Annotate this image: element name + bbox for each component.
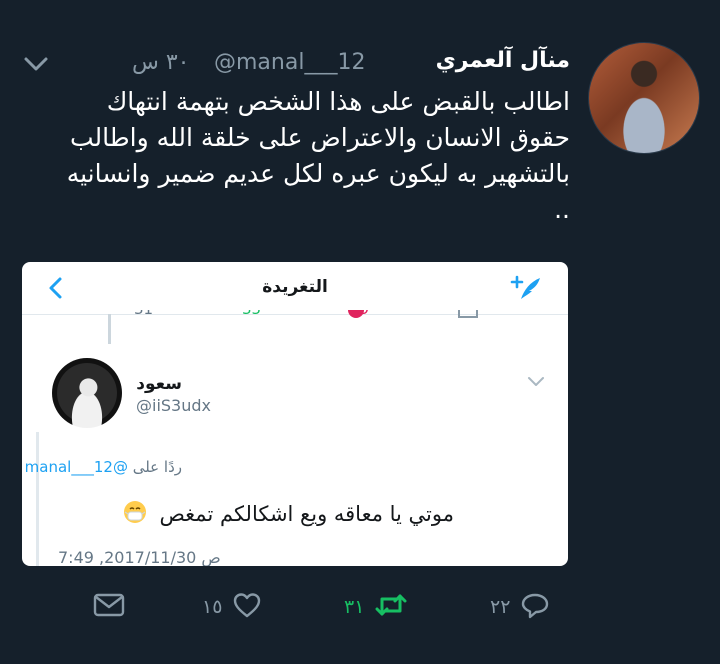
direct-message-button[interactable] xyxy=(92,590,126,624)
embedded-screenshot[interactable]: التغريدة 31 35 19 سعود @iiS3udx ردًا على… xyxy=(22,262,568,566)
card-title: التغريدة xyxy=(262,277,328,297)
chevron-down-icon[interactable] xyxy=(524,374,548,390)
reply-text-body: موتي يا معاقه ويع اشكالكم تمغص xyxy=(159,502,454,526)
author-handle[interactable]: @manal___12 xyxy=(214,50,365,75)
like-count: ١٥ xyxy=(202,596,223,618)
retweet-icon xyxy=(374,590,408,624)
card-header: التغريدة xyxy=(22,262,568,315)
chevron-down-icon[interactable] xyxy=(18,52,54,76)
cut-reply-count: 31 xyxy=(134,310,153,318)
mask-emoji-icon xyxy=(123,500,147,529)
reply-avatar[interactable] xyxy=(52,358,122,428)
replying-to-user[interactable]: @manal___12 xyxy=(25,458,128,476)
heart-icon xyxy=(232,590,262,624)
mail-icon xyxy=(458,310,478,318)
reply-count: ٢٢ xyxy=(490,596,511,618)
thread-line xyxy=(108,314,111,344)
author-name[interactable]: منآل آلعمري xyxy=(436,48,570,73)
reply-date: 7:49 ,2017/11/30 ص xyxy=(58,548,221,566)
replying-to-label: ردًا على xyxy=(132,458,182,476)
like-button[interactable]: ١٥ xyxy=(202,590,262,624)
reply-button[interactable]: ٢٢ xyxy=(490,590,550,624)
thread-rail xyxy=(36,432,39,566)
author-avatar[interactable] xyxy=(588,42,700,154)
tweet-time[interactable]: ٣٠ س xyxy=(132,50,212,75)
cut-off-action-bar: 31 35 19 xyxy=(22,310,568,330)
mail-icon xyxy=(92,590,126,624)
retweet-count: ٣١ xyxy=(344,596,365,618)
reply-author-name[interactable]: سعود xyxy=(136,374,182,394)
cut-retweet-count: 35 xyxy=(242,310,261,318)
tweet-text: اطالب بالقبض على هذا الشخص بتهمة انتهاك … xyxy=(66,87,570,224)
reply-text: موتي يا معاقه ويع اشكالكم تمغص xyxy=(123,500,454,529)
reply-author-handle[interactable]: @iiS3udx xyxy=(136,396,211,415)
compose-icon[interactable] xyxy=(508,272,544,304)
retweet-button[interactable]: ٣١ xyxy=(344,590,408,624)
replying-to: ردًا على @manal___12 xyxy=(25,458,182,476)
reply-icon xyxy=(520,590,550,624)
